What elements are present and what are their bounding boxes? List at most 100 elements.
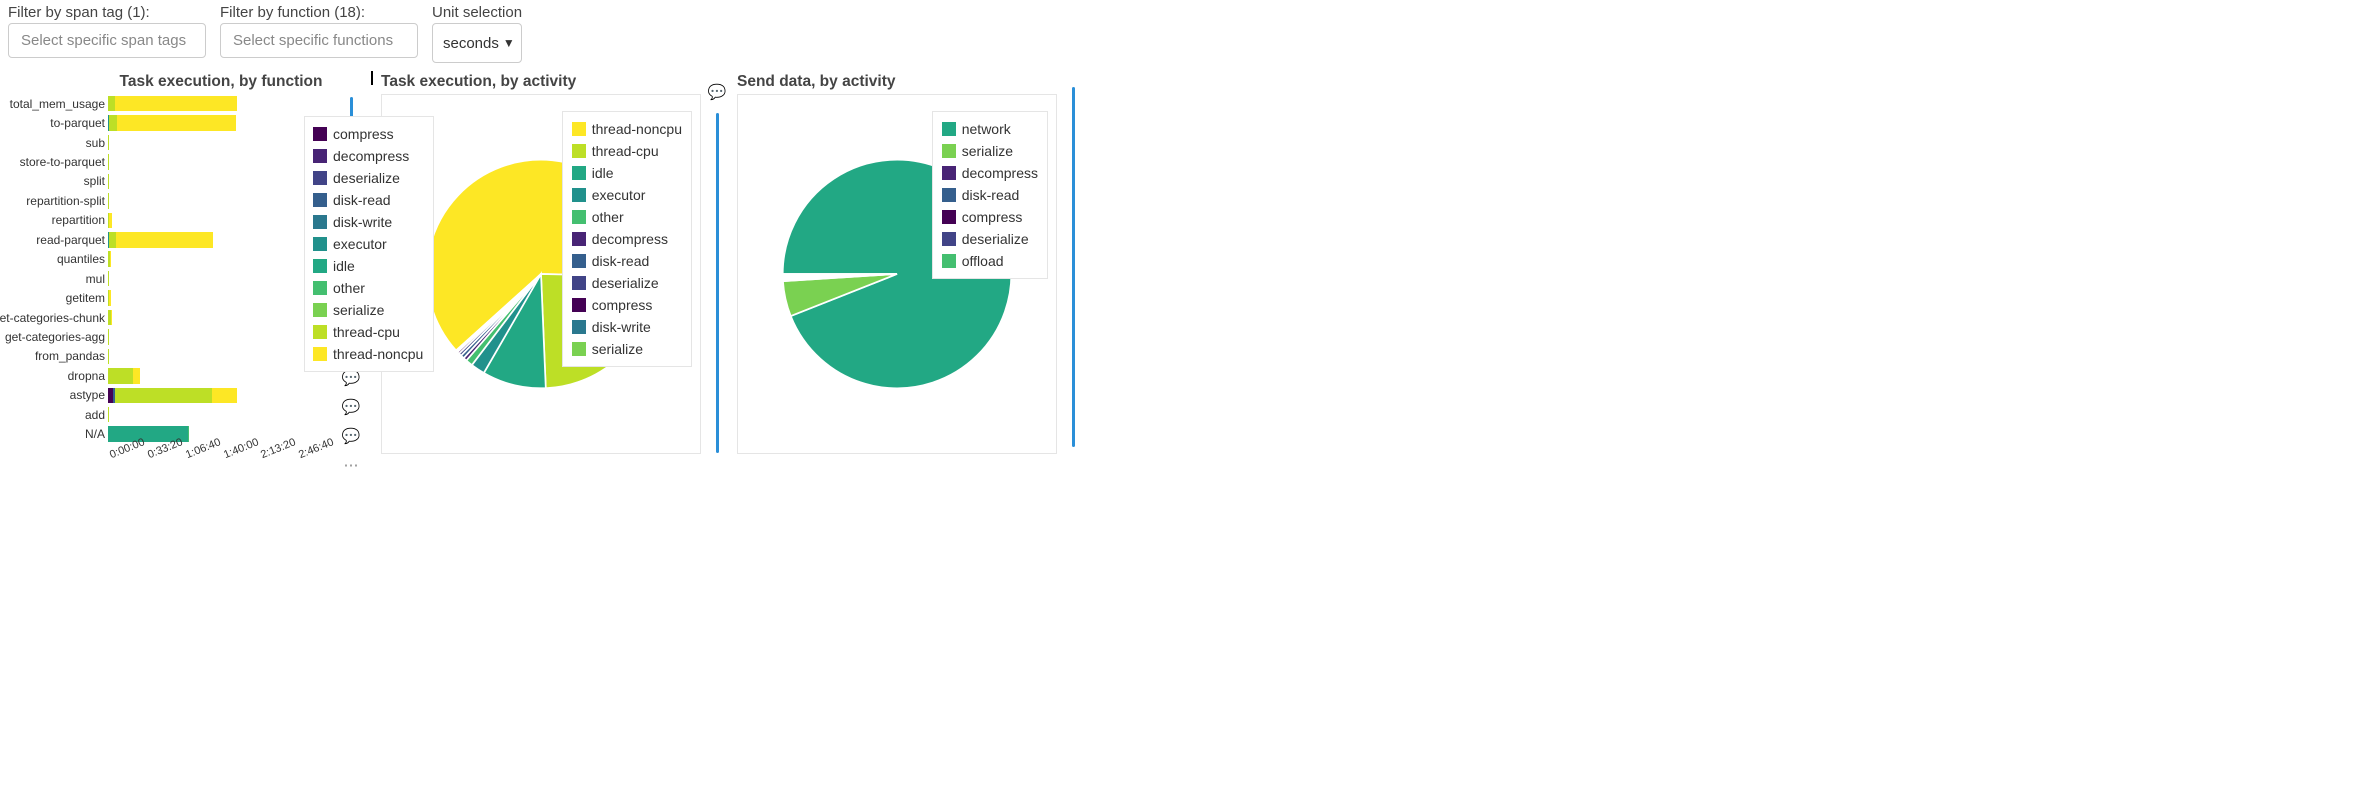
pie1-legend: thread-noncpu thread-cpuidleexecutor other…	[562, 111, 692, 367]
toolbar-accent	[1072, 87, 1075, 447]
bar-segment	[188, 426, 189, 442]
hover-icon[interactable]: 💬	[342, 427, 360, 445]
legend-label: disk-write	[592, 319, 651, 335]
legend-item[interactable]: other	[572, 206, 682, 228]
span-tag-placeholder: Select specific span tags	[21, 32, 186, 49]
legend-label: thread-noncpu	[592, 121, 682, 137]
legend-item[interactable]: compress	[313, 123, 425, 145]
legend-label: disk-read	[962, 187, 1020, 203]
pie1-toolbar: 💬	[705, 73, 729, 453]
legend-swatch	[572, 298, 586, 312]
legend-label: thread-cpu	[333, 324, 400, 340]
bar-row	[108, 386, 334, 405]
legend-swatch	[942, 232, 956, 246]
bar-segment	[133, 368, 140, 384]
bar-y-label: read-parquet	[8, 230, 105, 249]
bar-y-label: getitem	[8, 288, 105, 307]
bar-segment	[108, 154, 109, 170]
legend-label: offload	[962, 253, 1004, 269]
legend-item[interactable]: compress	[572, 294, 682, 316]
bar-segment	[108, 407, 109, 423]
legend-item[interactable]: decompress	[572, 228, 682, 250]
legend-item[interactable]: disk-read	[572, 250, 682, 272]
legend-item[interactable]: idle	[313, 255, 425, 277]
legend-item[interactable]: decompress	[942, 162, 1038, 184]
unit-value: seconds	[443, 35, 499, 52]
legend-label: serialize	[592, 341, 643, 357]
legend-item[interactable]: offload	[942, 250, 1038, 272]
hover-icon[interactable]: 💬	[342, 398, 360, 416]
bar-chart-legend: compressdecompressdeserializedisk-readdi…	[304, 116, 434, 372]
bar-segment	[212, 388, 237, 404]
dropdown-caret-icon: ▼	[503, 36, 515, 50]
legend-swatch	[572, 166, 586, 180]
legend-item[interactable]: serialize	[942, 140, 1038, 162]
bar-chart-title: Task execution, by function	[108, 73, 334, 91]
bar-y-label: quantiles	[8, 250, 105, 269]
toolbar-accent	[716, 113, 719, 453]
more-icon[interactable]: ⋯	[342, 456, 360, 474]
bar-y-label: dropna	[8, 366, 105, 385]
function-select[interactable]: Select specific functions	[220, 23, 418, 58]
legend-item[interactable]: compress	[942, 206, 1038, 228]
bar-y-label: get-categories-agg	[8, 327, 105, 346]
legend-swatch	[313, 259, 327, 273]
bar-row	[108, 366, 334, 385]
legend-item[interactable]: other	[313, 277, 425, 299]
legend-label: serialize	[962, 143, 1013, 159]
legend-item[interactable]: idle	[572, 162, 682, 184]
legend-swatch	[313, 215, 327, 229]
bar-row	[108, 191, 334, 210]
pie1-title: Task execution, by activity	[381, 73, 701, 91]
legend-item[interactable]: network	[942, 118, 1038, 140]
legend-swatch	[313, 193, 327, 207]
unit-select[interactable]: seconds ▼	[432, 23, 522, 63]
legend-label: other	[592, 209, 624, 225]
legend-item[interactable]: serialize	[572, 338, 682, 360]
legend-item[interactable]: decompress	[313, 145, 425, 167]
legend-swatch	[313, 237, 327, 251]
bar-segment	[108, 193, 109, 209]
legend-item[interactable]: disk-read	[313, 189, 425, 211]
legend-label: network	[962, 121, 1011, 137]
span-tag-select[interactable]: Select specific span tags	[8, 23, 206, 58]
legend-item[interactable]: thread-noncpu	[313, 343, 425, 365]
legend-item[interactable]: executor	[313, 233, 425, 255]
bar-segment	[115, 388, 212, 404]
legend-item[interactable]: thread-cpu	[572, 140, 682, 162]
legend-swatch	[572, 188, 586, 202]
legend-swatch	[572, 210, 586, 224]
legend-item[interactable]: deserialize	[313, 167, 425, 189]
hover-icon[interactable]: 💬	[708, 83, 726, 101]
legend-swatch	[942, 210, 956, 224]
legend-swatch	[313, 325, 327, 339]
bar-row	[108, 269, 334, 288]
bar-y-label: astype	[8, 386, 105, 405]
legend-item[interactable]: deserialize	[942, 228, 1038, 250]
legend-swatch	[942, 144, 956, 158]
legend-item[interactable]: thread-cpu	[313, 321, 425, 343]
legend-item[interactable]: disk-read	[942, 184, 1038, 206]
bar-segment	[109, 213, 112, 229]
legend-item[interactable]: serialize	[313, 299, 425, 321]
legend-label: idle	[333, 258, 355, 274]
legend-item[interactable]: disk-write	[572, 316, 682, 338]
legend-swatch	[942, 254, 956, 268]
bar-chart-section: Task execution, by function total_mem_us…	[8, 73, 363, 474]
bar-segment	[109, 115, 117, 131]
filter-span-tag: Filter by span tag (1): Select specific …	[8, 4, 206, 63]
legend-item[interactable]: thread-noncpu	[572, 118, 682, 140]
legend-swatch	[572, 342, 586, 356]
filter-unit: Unit selection seconds ▼	[432, 4, 522, 63]
legend-swatch	[313, 281, 327, 295]
legend-item[interactable]: executor	[572, 184, 682, 206]
legend-swatch	[313, 171, 327, 185]
legend-label: serialize	[333, 302, 384, 318]
bar-segment	[117, 115, 237, 131]
function-placeholder: Select specific functions	[233, 32, 393, 49]
legend-swatch	[572, 144, 586, 158]
legend-item[interactable]: disk-write	[313, 211, 425, 233]
bar-chart-x-axis: 0:00:000:33:201:06:401:40:002:13:202:46:…	[108, 444, 334, 462]
legend-label: decompress	[962, 165, 1038, 181]
legend-item[interactable]: deserialize	[572, 272, 682, 294]
